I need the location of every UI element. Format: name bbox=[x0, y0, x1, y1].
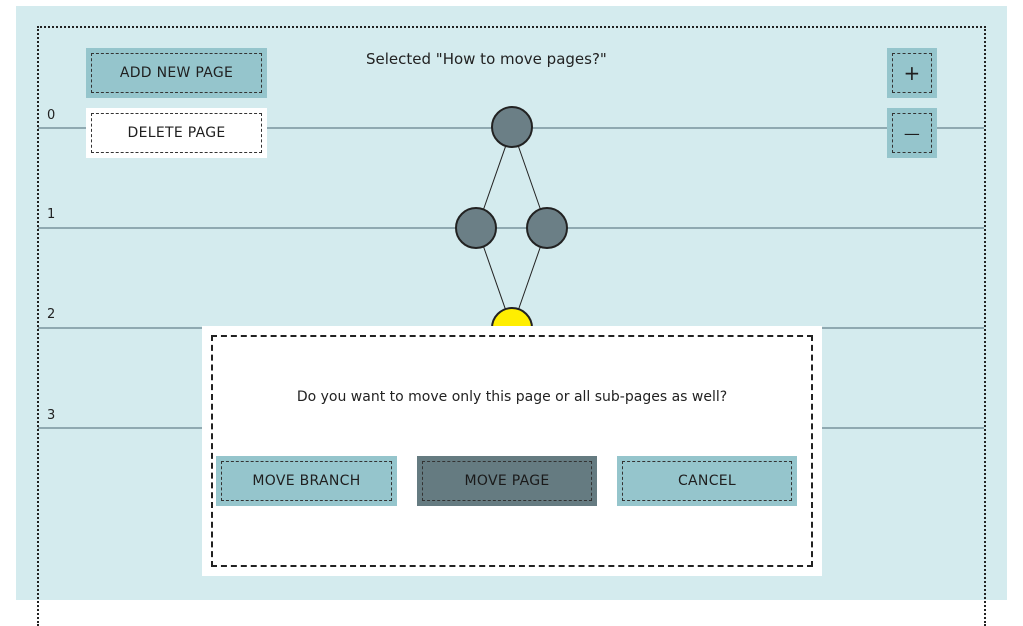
plus-icon: + bbox=[903, 61, 921, 85]
tree-node[interactable] bbox=[526, 207, 568, 249]
selected-page-title: Selected "How to move pages?" bbox=[366, 50, 607, 68]
add-new-page-button[interactable]: ADD NEW PAGE bbox=[86, 48, 267, 98]
move-page-dialog: Do you want to move only this page or al… bbox=[202, 326, 822, 576]
zoom-in-button[interactable]: + bbox=[887, 48, 937, 98]
tree-node-root[interactable] bbox=[491, 106, 533, 148]
dialog-message: Do you want to move only this page or al… bbox=[296, 389, 728, 405]
minus-icon: — bbox=[903, 123, 921, 143]
move-page-button[interactable]: MOVE PAGE bbox=[417, 456, 597, 506]
tree-node[interactable] bbox=[455, 207, 497, 249]
move-branch-button[interactable]: MOVE BRANCH bbox=[216, 456, 397, 506]
cancel-button[interactable]: CANCEL bbox=[617, 456, 797, 506]
delete-page-button[interactable]: DELETE PAGE bbox=[86, 108, 267, 158]
zoom-out-button[interactable]: — bbox=[887, 108, 937, 158]
